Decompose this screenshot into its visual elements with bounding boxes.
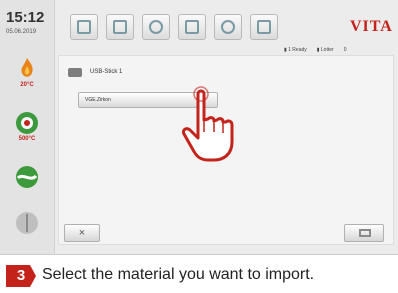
display-icon[interactable] — [178, 14, 206, 40]
cancel-button[interactable]: × — [64, 224, 100, 242]
instruction-caption: 3 Select the material you want to import… — [0, 257, 398, 291]
pointing-hand-icon — [170, 86, 252, 166]
material-file-label: VGE.Zirkon — [85, 97, 111, 103]
clock-time: 15:12 — [6, 9, 45, 26]
status-stats: ▮ 1 Ready ▮ Lotter 0 — [284, 47, 346, 53]
program-icon[interactable] — [70, 14, 98, 40]
flame-icon[interactable] — [14, 55, 40, 81]
stat-ready: ▮ 1 Ready — [284, 47, 307, 53]
usb-stick-title: USB-Stick 1 — [90, 69, 123, 75]
import-confirm-button[interactable] — [344, 224, 384, 242]
temp-label-1: 20°C — [20, 82, 34, 88]
usb-icon — [68, 68, 82, 77]
camera-icon[interactable] — [214, 14, 242, 40]
import-icon[interactable] — [106, 14, 134, 40]
device-screen: 15:12 05.06.2019 20°C 500°C VITA ▮ 1 Rea… — [0, 0, 398, 255]
temp-label-2: 500°C — [18, 136, 36, 142]
settings-icon[interactable] — [142, 14, 170, 40]
step-number-badge: 3 — [6, 265, 36, 287]
clock-date: 05.06.2019 — [6, 29, 37, 35]
brand-logo: VITA — [350, 18, 393, 35]
left-sidebar: 15:12 05.06.2019 20°C 500°C — [0, 0, 55, 254]
stat-count: 0 — [343, 47, 347, 53]
stat-lotter: ▮ Lotter — [316, 47, 334, 53]
furnace-icon[interactable] — [14, 110, 40, 136]
top-toolbar — [70, 14, 278, 44]
step-instruction-text: Select the material you want to import. — [42, 266, 315, 283]
cooling-icon[interactable] — [14, 210, 40, 236]
import-arrow-icon — [359, 229, 371, 237]
vacuum-icon[interactable] — [14, 164, 40, 190]
info-icon[interactable] — [250, 14, 278, 40]
